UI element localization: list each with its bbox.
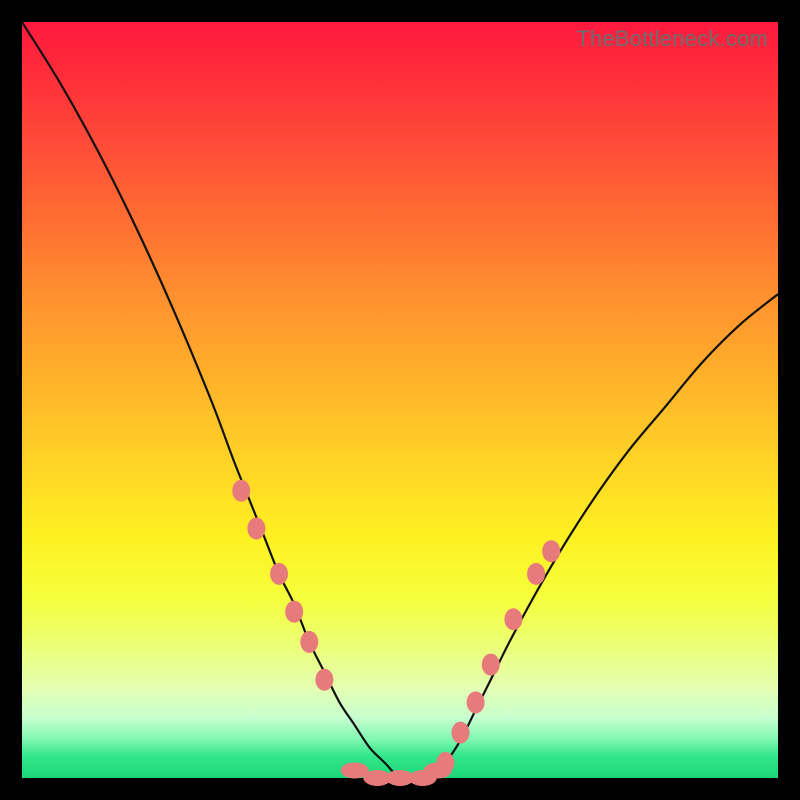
marker-left — [232, 480, 250, 502]
bottleneck-curve — [22, 22, 778, 778]
marker-right — [467, 691, 485, 713]
marker-right — [482, 654, 500, 676]
chart-frame: TheBottleneck.com — [0, 0, 800, 800]
curve-markers — [232, 480, 560, 786]
marker-bottom — [424, 762, 452, 778]
marker-left — [300, 631, 318, 653]
marker-right — [527, 563, 545, 585]
curve-line — [22, 22, 778, 779]
marker-right — [542, 540, 560, 562]
marker-left — [315, 669, 333, 691]
marker-right — [451, 722, 469, 744]
marker-left — [270, 563, 288, 585]
marker-left — [285, 601, 303, 623]
marker-left — [247, 518, 265, 540]
marker-right — [504, 608, 522, 630]
plot-area: TheBottleneck.com — [22, 22, 778, 778]
